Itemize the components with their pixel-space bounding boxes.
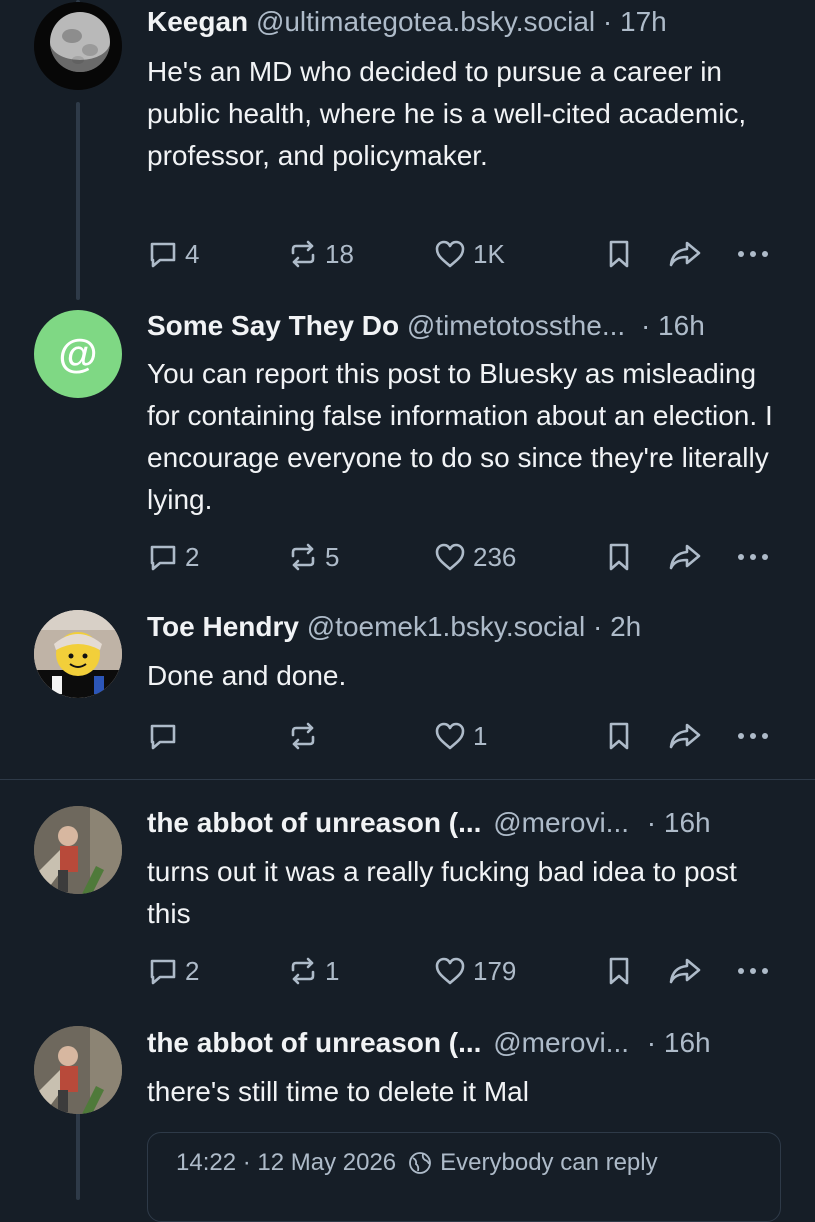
like-count: 1K bbox=[473, 238, 505, 269]
avatar[interactable] bbox=[34, 1026, 122, 1114]
reply-setting[interactable]: Everybody can reply bbox=[440, 1149, 657, 1177]
author-handle[interactable]: @ultimategotea.bsky.social bbox=[256, 6, 595, 37]
reply-count: 2 bbox=[185, 955, 200, 986]
bookmark-icon bbox=[605, 238, 633, 270]
repost-count: 18 bbox=[325, 238, 354, 269]
share-button[interactable] bbox=[667, 234, 703, 274]
repost-button[interactable] bbox=[287, 716, 319, 756]
share-icon bbox=[667, 720, 703, 752]
author-handle[interactable]: @timetotossthe... bbox=[407, 310, 625, 341]
more-icon bbox=[735, 965, 771, 977]
author-name[interactable]: Keegan bbox=[147, 6, 248, 37]
reply-button[interactable]: 4 bbox=[147, 234, 199, 274]
repost-count: 5 bbox=[325, 541, 340, 572]
bookmark-button[interactable] bbox=[605, 537, 633, 577]
author-name[interactable]: Some Say They Do bbox=[147, 310, 399, 341]
post-time[interactable]: · 16h bbox=[647, 807, 711, 838]
post-keegan[interactable]: Keegan @ultimategotea.bsky.social · 17h … bbox=[0, 0, 815, 290]
post-text: there's still time to delete it Mal bbox=[147, 1076, 529, 1107]
repost-button[interactable]: 18 bbox=[287, 234, 354, 274]
post-text: Done and done. bbox=[147, 660, 347, 691]
post-time[interactable]: · 2h bbox=[593, 611, 641, 642]
more-icon bbox=[735, 551, 771, 563]
heart-icon bbox=[433, 238, 467, 270]
post-actions: 4 18 1K bbox=[147, 234, 787, 274]
post-actions: 1 bbox=[147, 716, 787, 756]
share-button[interactable] bbox=[667, 537, 703, 577]
author-handle[interactable]: @toemek1.bsky.social bbox=[307, 611, 585, 642]
more-icon bbox=[735, 248, 771, 260]
more-button[interactable] bbox=[735, 716, 771, 756]
reply-icon bbox=[147, 541, 179, 573]
reply-count: 4 bbox=[185, 238, 200, 269]
share-button[interactable] bbox=[667, 951, 703, 991]
share-icon bbox=[667, 238, 703, 270]
post-time[interactable]: · 17h bbox=[603, 6, 667, 37]
share-button[interactable] bbox=[667, 716, 703, 756]
reply-icon bbox=[147, 238, 179, 270]
more-button[interactable] bbox=[735, 537, 771, 577]
author-name[interactable]: the abbot of unreason (... bbox=[147, 1027, 481, 1058]
repost-icon bbox=[287, 955, 319, 987]
like-button[interactable]: 236 bbox=[433, 537, 516, 577]
like-count: 1 bbox=[473, 720, 488, 751]
reply-button[interactable]: 2 bbox=[147, 951, 199, 991]
post-actions: 2 1 179 bbox=[147, 951, 787, 991]
repost-icon bbox=[287, 541, 319, 573]
author-name[interactable]: the abbot of unreason (... bbox=[147, 807, 481, 838]
reply-icon bbox=[147, 720, 179, 752]
like-button[interactable]: 1K bbox=[433, 234, 505, 274]
share-icon bbox=[667, 955, 703, 987]
post-time[interactable]: · 16h bbox=[641, 310, 705, 341]
post-toe-hendry[interactable]: Toe Hendry @toemek1.bsky.social · 2h Don… bbox=[0, 600, 815, 780]
post-timestamp: 14:22 · 12 May 2026 bbox=[176, 1149, 397, 1176]
author-handle[interactable]: @merovi... bbox=[493, 807, 629, 838]
post-text: turns out it was a really fucking bad id… bbox=[147, 856, 737, 929]
heart-icon bbox=[433, 955, 467, 987]
at-sign-icon: @ bbox=[58, 331, 98, 376]
author-name[interactable]: Toe Hendry bbox=[147, 611, 299, 642]
post-text: He's an MD who decided to pursue a caree… bbox=[147, 56, 747, 171]
bookmark-icon bbox=[605, 720, 633, 752]
globe-icon bbox=[408, 1151, 432, 1175]
repost-icon bbox=[287, 720, 319, 752]
bookmark-icon bbox=[605, 955, 633, 987]
avatar[interactable]: @ bbox=[34, 310, 122, 398]
like-count: 179 bbox=[473, 955, 517, 986]
repost-icon bbox=[287, 238, 319, 270]
post-actions: 2 5 236 bbox=[147, 537, 787, 577]
heart-icon bbox=[433, 541, 467, 573]
post-some-say-they-do[interactable]: @ Some Say They Do @timetotossthe... · 1… bbox=[0, 300, 815, 600]
post-abbot-1[interactable]: the abbot of unreason (... @merovi... · … bbox=[0, 780, 815, 1000]
post-time[interactable]: · 16h bbox=[647, 1027, 711, 1058]
bookmark-button[interactable] bbox=[605, 716, 633, 756]
reply-icon bbox=[147, 955, 179, 987]
bookmark-button[interactable] bbox=[605, 951, 633, 991]
more-button[interactable] bbox=[735, 951, 771, 991]
reply-count: 2 bbox=[185, 541, 200, 572]
repost-button[interactable]: 5 bbox=[287, 537, 339, 577]
bookmark-icon bbox=[605, 541, 633, 573]
avatar[interactable] bbox=[34, 610, 122, 698]
like-count: 236 bbox=[473, 541, 517, 572]
author-handle[interactable]: @merovi... bbox=[493, 1027, 629, 1058]
more-button[interactable] bbox=[735, 234, 771, 274]
reply-button[interactable]: 2 bbox=[147, 537, 199, 577]
post-text: You can report this post to Bluesky as m… bbox=[147, 358, 773, 515]
reply-button[interactable] bbox=[147, 716, 179, 756]
post-meta: 14:22 · 12 May 2026 Everybody can reply bbox=[147, 1132, 781, 1222]
like-button[interactable]: 179 bbox=[433, 951, 516, 991]
avatar[interactable] bbox=[34, 806, 122, 894]
repost-count: 1 bbox=[325, 955, 340, 986]
avatar[interactable] bbox=[34, 2, 122, 90]
more-icon bbox=[735, 730, 771, 742]
bookmark-button[interactable] bbox=[605, 234, 633, 274]
share-icon bbox=[667, 541, 703, 573]
heart-icon bbox=[433, 720, 467, 752]
repost-button[interactable]: 1 bbox=[287, 951, 339, 991]
like-button[interactable]: 1 bbox=[433, 716, 487, 756]
